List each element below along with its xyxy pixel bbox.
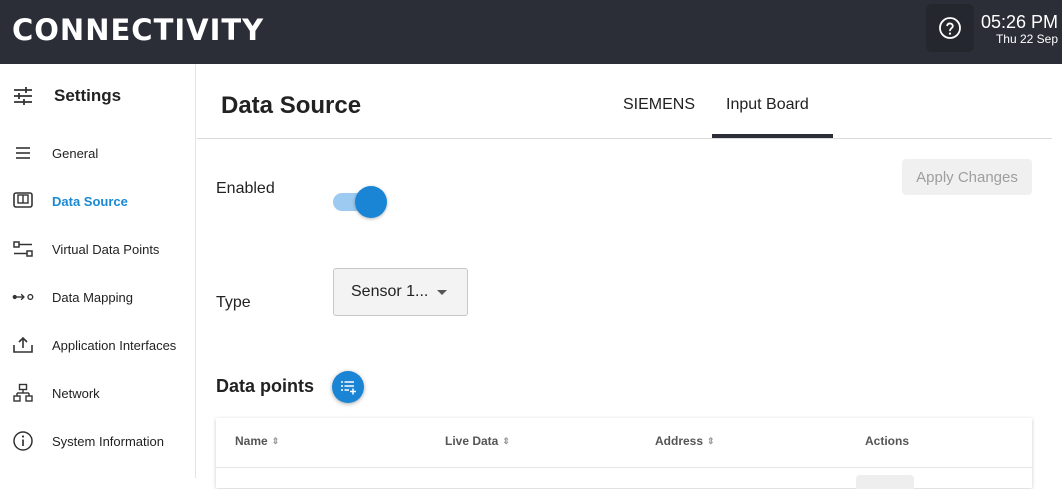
help-icon [939,17,961,39]
clock-time: 05:26 PM [980,12,1058,32]
upload-icon [12,334,34,356]
sidebar-title: Settings [54,86,122,105]
data-mapping-icon [12,286,34,308]
sidebar-item-label: Application Interfaces [52,337,177,353]
sidebar-item-system-information[interactable]: System Information [12,429,192,453]
sidebar-item-label: Virtual Data Points [52,241,160,257]
sort-icon: ⇕ [271,435,280,446]
type-label: Type [216,294,251,311]
brand-name: CONNECTIVITY [12,13,265,47]
add-data-point-button[interactable] [332,371,364,403]
sidebar-item-label: Data Mapping [52,289,133,305]
clock: 05:26 PM Thu 22 Sep [981,12,1058,47]
data-source-icon [12,190,34,212]
help-button[interactable] [926,4,974,52]
sidebar-item-network[interactable]: Network [12,381,192,405]
table-header-divider [216,467,1032,468]
sidebar-item-data-source[interactable]: Data Source [12,189,192,213]
sidebar-item-data-mapping[interactable]: Data Mapping [12,285,192,309]
type-select-value: Sensor 1... [351,283,429,300]
column-header-actions: Actions [865,434,910,448]
column-header-address[interactable]: Address ⇕ [655,434,715,448]
tabs-divider [197,138,1052,139]
sort-icon: ⇕ [502,435,510,446]
toggle-thumb [355,186,387,218]
apply-changes-button[interactable]: Apply Changes [902,159,1032,195]
info-icon [12,430,34,452]
sidebar-item-virtual-data-points[interactable]: Virtual Data Points [12,237,192,261]
playlist-add-icon [341,381,356,395]
sidebar-header: Settings [12,84,121,108]
brand-logo: CONNECTIVITY [12,10,264,50]
virtual-data-points-icon [12,238,34,260]
column-header-name[interactable]: Name ⇕ [235,434,279,448]
tab-siemens[interactable]: SIEMENS [623,96,695,114]
enabled-label: Enabled [216,180,275,197]
network-icon [12,382,34,404]
top-bar: CONNECTIVITY 05:26 PM Thu 22 Sep [0,0,1062,64]
sidebar-item-label: General [52,145,99,161]
data-points-title: Data points [216,376,315,396]
sidebar-item-label: Data Source [52,193,128,209]
page-title: Data Source [221,92,362,119]
clock-date: Thu 22 Sep [995,32,1058,46]
sidebar-item-application-interfaces[interactable]: Application Interfaces [12,333,192,357]
sidebar: Settings General Data Source Virtual Dat… [0,64,196,478]
caret-down-icon [437,290,447,295]
sidebar-item-label: System Information [52,433,164,449]
row-action-button[interactable] [856,475,914,489]
main-content: Data Source SIEMENS Input Board Apply Ch… [197,64,1062,489]
column-header-live-data[interactable]: Live Data ⇕ [445,434,510,448]
sort-icon: ⇕ [707,435,715,446]
type-select[interactable]: Sensor 1... [333,268,468,316]
enabled-toggle[interactable] [333,186,387,218]
sidebar-item-label: Network [52,385,100,401]
tab-input-board[interactable]: Input Board [726,96,809,114]
settings-sliders-icon [14,87,32,105]
menu-icon [12,142,34,164]
sidebar-item-general[interactable]: General [12,141,192,165]
